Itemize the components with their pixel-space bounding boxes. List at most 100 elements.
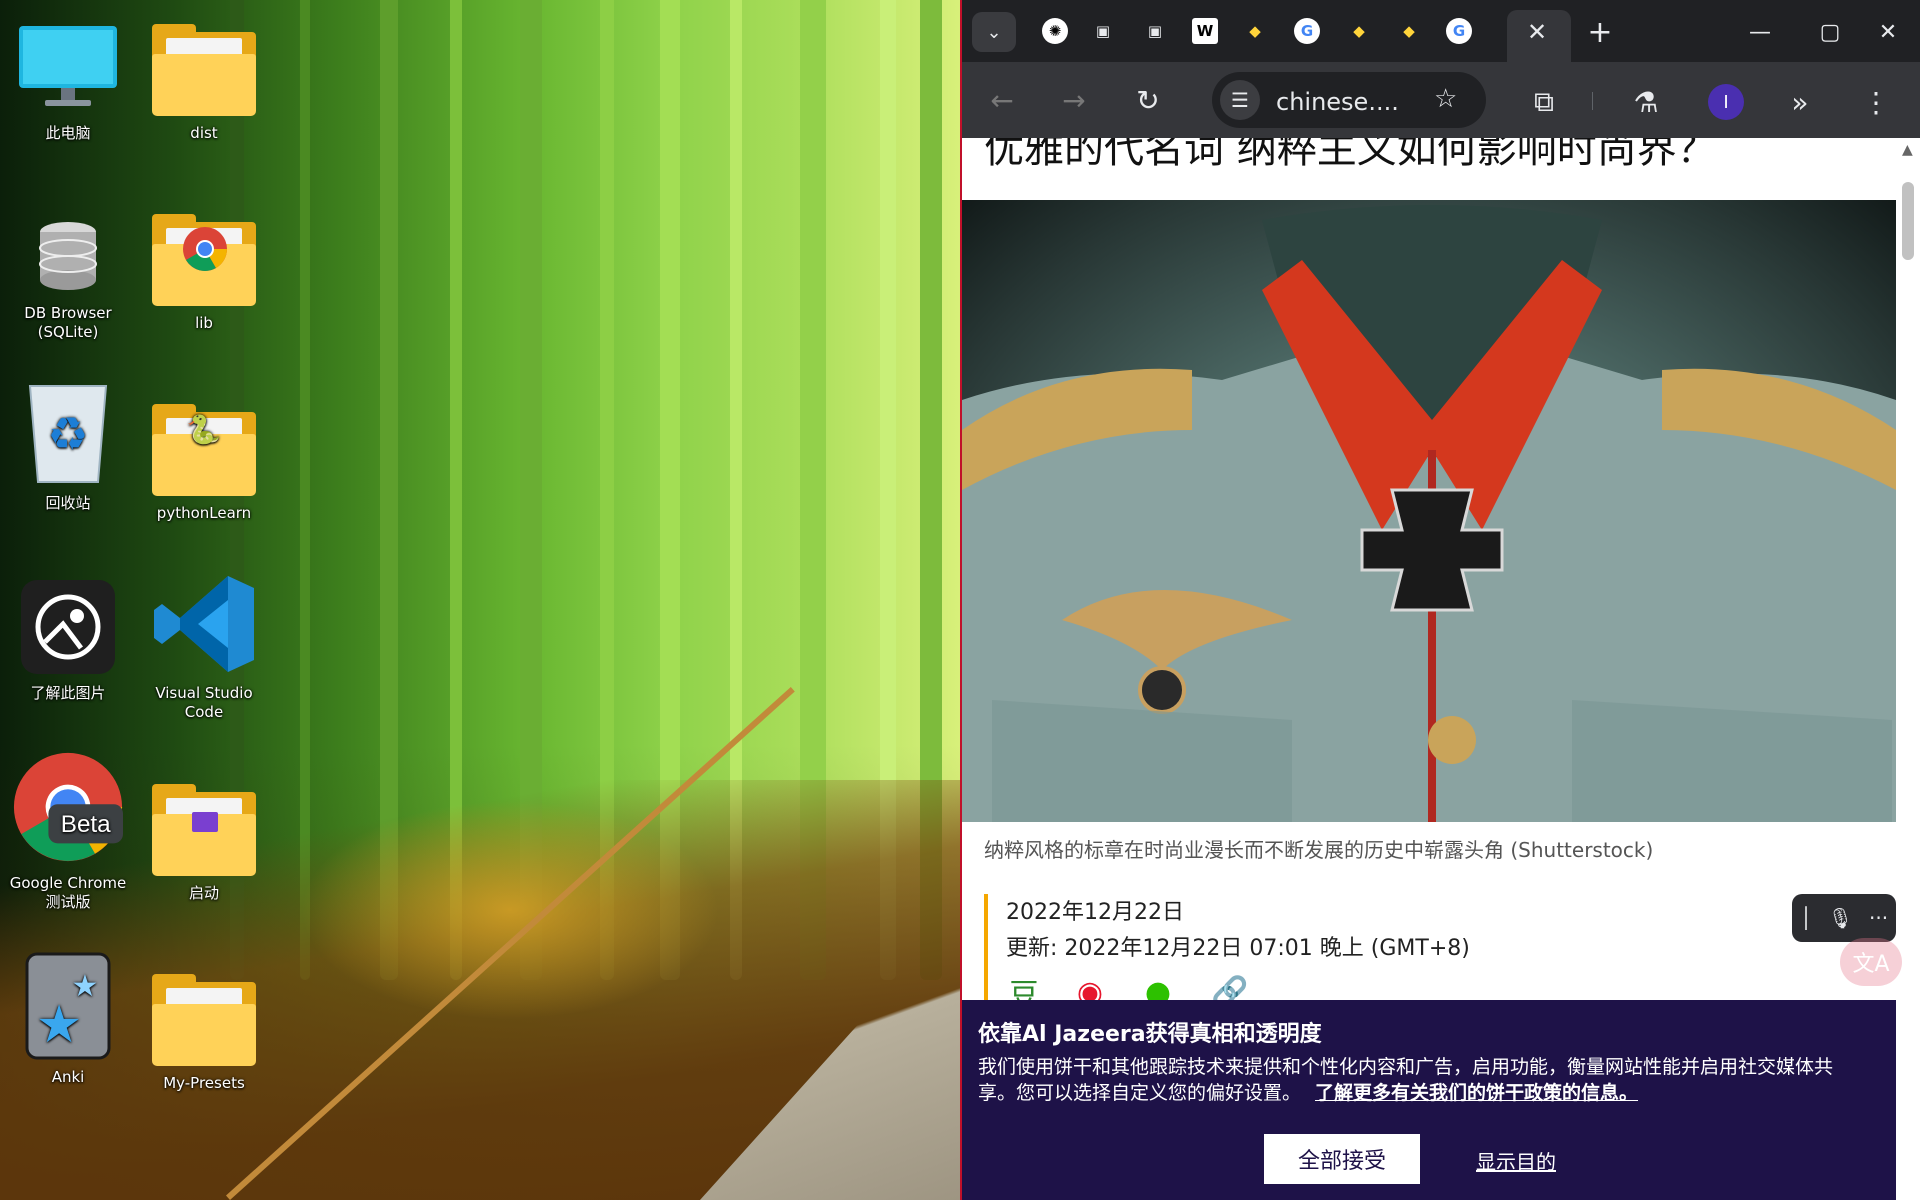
desktop-icon-this-pc[interactable]: 此电脑: [8, 18, 128, 143]
meta-accent-bar: [984, 894, 988, 1002]
svg-text:♻: ♻: [47, 407, 88, 461]
monitor-icon: [13, 18, 123, 116]
folder-icon: [149, 208, 259, 306]
more-toolbar-icon[interactable]: »: [1780, 82, 1820, 122]
close-icon: ✕: [1878, 19, 1898, 45]
tab-book-1[interactable]: ▣: [1090, 18, 1116, 44]
minimize-icon: —: [1749, 19, 1771, 45]
folder-icon: [149, 968, 259, 1066]
tab-google-2[interactable]: G: [1446, 18, 1472, 44]
desktop-icon-label: 此电脑: [45, 124, 91, 142]
show-purposes-link[interactable]: 显示目的: [1476, 1146, 1556, 1175]
tab-search-button[interactable]: ⌄: [972, 12, 1016, 52]
desktop-icon-pythonlearn[interactable]: 🐍 pythonLearn: [144, 398, 264, 523]
tab-python-1[interactable]: ◆: [1242, 18, 1268, 44]
extensions-icon[interactable]: ⧉: [1524, 82, 1564, 122]
maximize-button[interactable]: ▢: [1812, 14, 1848, 50]
database-icon: [13, 198, 123, 296]
close-window-button[interactable]: ✕: [1870, 14, 1906, 50]
wikipedia-icon: W: [1196, 22, 1214, 40]
accept-all-button[interactable]: 全部接受: [1264, 1134, 1420, 1184]
labs-flask-icon[interactable]: ⚗: [1626, 82, 1666, 122]
arrow-right-icon: →: [1062, 83, 1086, 117]
microphone-icon[interactable]: 🎙: [1828, 906, 1853, 930]
maximize-icon: ▢: [1819, 19, 1841, 45]
desktop-icon-label: pythonLearn: [156, 504, 252, 522]
article-title: 优雅的代名词 纳粹主义如何影响时尚界？: [984, 138, 1717, 172]
tab-book-2[interactable]: ▣: [1142, 18, 1168, 44]
desktop-icon-label: 回收站: [45, 494, 91, 512]
tab-python-2[interactable]: ◆: [1346, 18, 1372, 44]
minimize-button[interactable]: —: [1742, 14, 1778, 50]
more-options-icon[interactable]: ···: [1869, 906, 1888, 930]
chrome-menu-icon[interactable]: ⋮: [1856, 82, 1896, 122]
desktop-icon-startup[interactable]: 启动: [144, 778, 264, 903]
translate-icon[interactable]: 文A: [1840, 938, 1902, 986]
desktop-icon-label: Anki: [51, 1068, 85, 1086]
desktop-icon-chrome-beta[interactable]: Beta Google Chrome 测试版: [8, 752, 128, 912]
chrome-beta-badge: Beta: [61, 811, 111, 838]
desktop-icon-anki[interactable]: ★ ★ Anki: [8, 952, 128, 1087]
scroll-up-icon[interactable]: ▲: [1902, 142, 1913, 158]
drag-handle-icon[interactable]: │: [1800, 906, 1812, 930]
desktop-icon-label: 了解此图片: [30, 684, 106, 702]
desktop-icon-learn-image[interactable]: 了解此图片: [8, 578, 128, 703]
desktop-icon-label: Google Chrome 测试版: [9, 874, 127, 911]
forward-button[interactable]: →: [1054, 80, 1094, 120]
desktop-icon-label: dist: [190, 124, 218, 142]
page-scrollbar[interactable]: ▲: [1896, 138, 1920, 1200]
plus-icon: +: [1587, 14, 1613, 50]
publish-date: 2022年12月22日: [1006, 900, 1184, 925]
chrome-icon: [183, 227, 227, 271]
new-tab-button[interactable]: +: [1582, 14, 1618, 50]
svg-text:★: ★: [36, 995, 83, 1055]
tab-google-1[interactable]: G: [1294, 18, 1320, 44]
camera-icon: [13, 578, 123, 676]
python-icon: ◆: [1353, 22, 1365, 40]
desktop-icon-my-presets[interactable]: My-Presets: [144, 968, 264, 1093]
app-icon: [192, 812, 218, 832]
omnibox-url[interactable]: chinese....: [1276, 88, 1399, 116]
book-icon: ▣: [1095, 22, 1111, 40]
chrome-beta-icon: Beta: [13, 752, 123, 866]
desktop-icon-label: lib: [195, 314, 213, 332]
vscode-icon: [149, 576, 259, 676]
desktop-icon-dist[interactable]: dist: [144, 18, 264, 143]
bookmark-star-icon[interactable]: ☆: [1434, 84, 1457, 114]
cookie-title: 依靠Al Jazeera获得真相和透明度: [978, 1022, 1322, 1047]
folder-icon: [149, 778, 259, 876]
google-icon: G: [1452, 22, 1466, 40]
desktop-icon-db-browser[interactable]: DB Browser (SQLite): [8, 198, 128, 342]
omnibox[interactable]: ☰ chinese.... ☆: [1212, 72, 1486, 128]
close-tab-icon[interactable]: ✕: [1527, 18, 1547, 46]
python-icon: ◆: [1403, 22, 1415, 40]
desktop-icon-vscode[interactable]: Visual Studio Code: [144, 576, 264, 722]
image-caption: 纳粹风格的标章在时尚业漫长而不断发展的历史中崭露头角 (Shutterstock…: [984, 838, 1654, 862]
toolbar-divider: [1592, 92, 1593, 110]
python-icon: ◆: [1249, 22, 1261, 40]
tab-strip: ⌄ ✺ ▣ ▣ W ◆ G ◆ ◆ G ✕ + — ▢ ✕: [962, 0, 1920, 62]
scroll-thumb[interactable]: [1902, 182, 1914, 260]
profile-avatar[interactable]: I: [1708, 84, 1744, 120]
tab-python-3[interactable]: ◆: [1396, 18, 1422, 44]
reload-icon: ↻: [1136, 83, 1160, 117]
cookie-banner: 依靠Al Jazeera获得真相和透明度 我们使用饼干和其他跟踪技术来提供和个性…: [962, 1000, 1896, 1200]
desktop-icon-label: Visual Studio Code: [155, 684, 253, 721]
desktop-icon-lib[interactable]: lib: [144, 208, 264, 333]
back-button[interactable]: ←: [982, 80, 1022, 120]
recycle-bin-icon: ♻: [13, 385, 123, 486]
folder-icon: [149, 18, 259, 116]
desktop-icon-label: My-Presets: [163, 1074, 245, 1092]
reload-button[interactable]: ↻: [1128, 80, 1168, 120]
folder-icon: 🐍: [149, 398, 259, 496]
cookie-policy-link[interactable]: 了解更多有关我们的饼干政策的信息。: [1315, 1082, 1638, 1104]
desktop-icon-recycle-bin[interactable]: ♻ 回收站: [8, 385, 128, 513]
python-icon: 🐍: [186, 413, 221, 446]
tab-active[interactable]: ✕: [1507, 10, 1571, 62]
tab-wikipedia[interactable]: W: [1192, 18, 1218, 44]
arrow-left-icon: ←: [990, 83, 1014, 117]
anki-icon: ★ ★: [13, 952, 123, 1060]
site-info-icon[interactable]: ☰: [1220, 80, 1260, 120]
tab-openai[interactable]: ✺: [1042, 18, 1068, 44]
google-icon: G: [1300, 22, 1314, 40]
